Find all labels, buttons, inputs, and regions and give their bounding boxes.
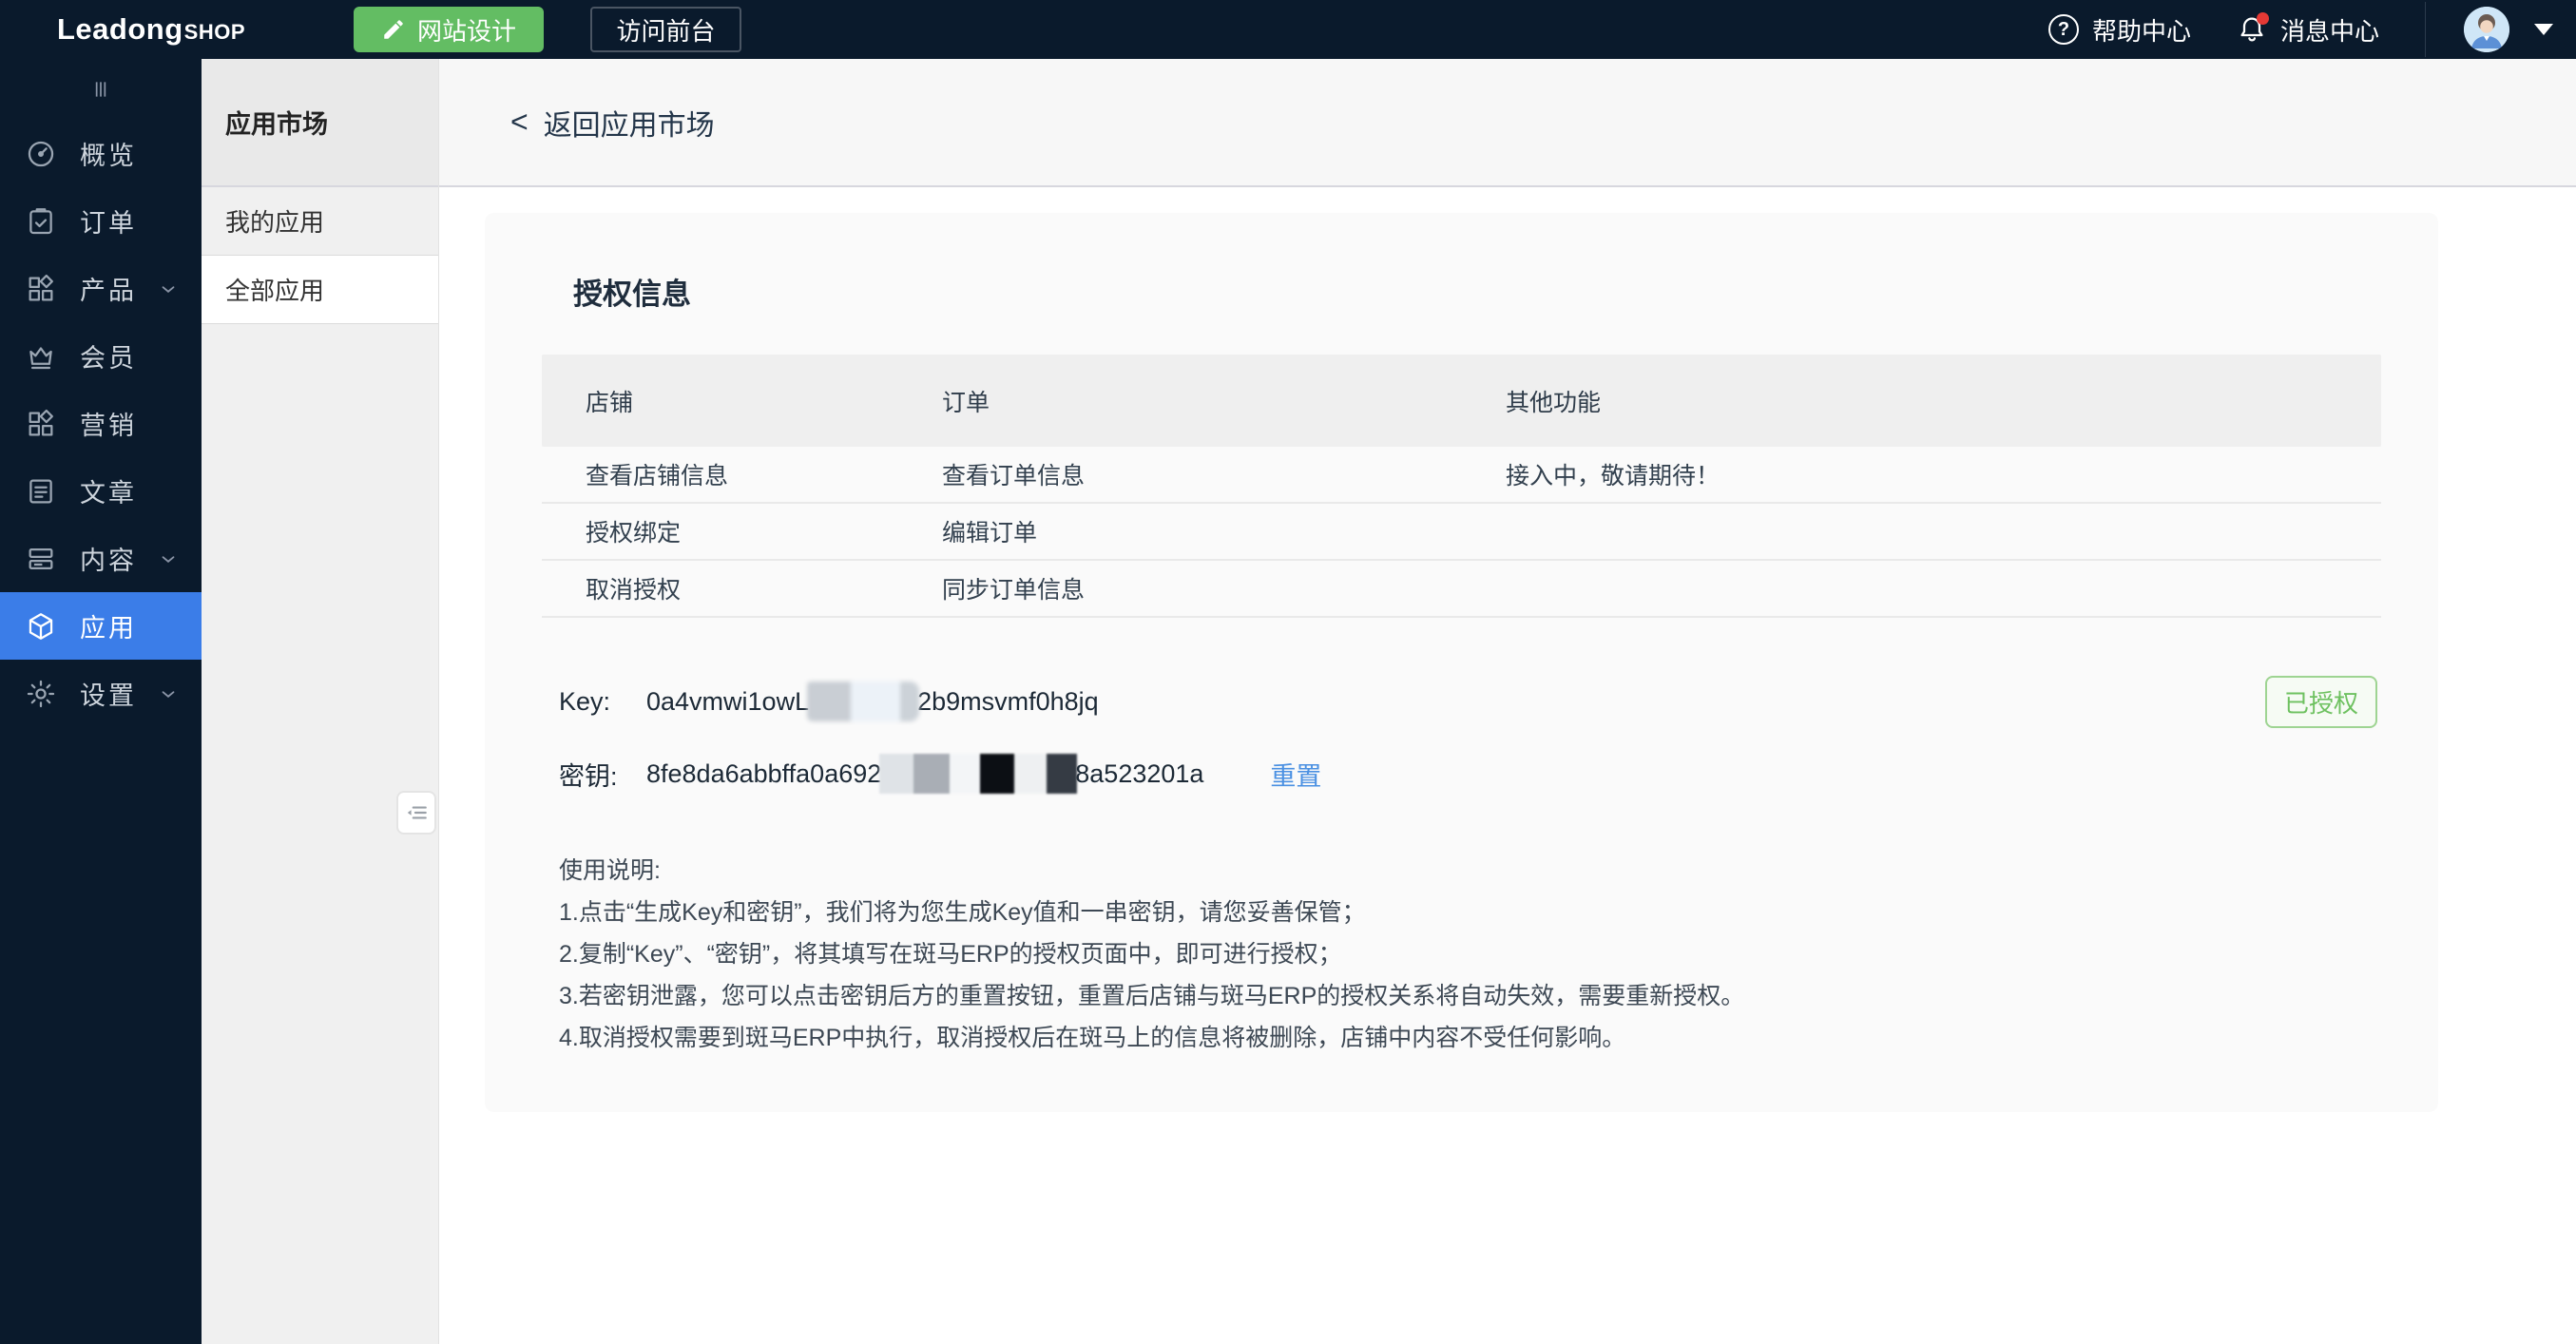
sidebar-item-orders[interactable]: 订单: [0, 187, 202, 255]
table-cell: 授权绑定: [542, 514, 898, 548]
back-label: 返回应用市场: [544, 102, 715, 144]
instructions-title: 使用说明:: [559, 850, 2381, 892]
submenu-item-all-apps[interactable]: 全部应用: [202, 256, 438, 324]
sidebar-item-settings[interactable]: 设置: [0, 660, 202, 727]
permissions-table: 店铺 订单 其他功能 查看店铺信息 查看订单信息 接入中，敬请期待！ 授权绑定 …: [542, 355, 2381, 618]
usage-instructions: 使用说明: 1.点击“生成Key和密钥”，我们将为您生成Key值和一串密钥，请您…: [559, 850, 2381, 1059]
visit-storefront-label: 访问前台: [617, 12, 716, 48]
help-icon: ?: [2048, 14, 2079, 45]
logo[interactable]: Leadong SHOP: [57, 12, 245, 47]
secret-value-suffix: 8a523201a: [1075, 759, 1203, 789]
grid-icon: [25, 272, 59, 306]
sidebar-item-label: 营销: [80, 405, 137, 442]
sidebar-item-label: 文章: [80, 472, 137, 509]
key-redaction: [807, 682, 919, 721]
submenu-item-my-apps[interactable]: 我的应用: [202, 187, 438, 256]
rows-icon: [25, 542, 59, 576]
table-cell: 编辑订单: [898, 514, 1462, 548]
key-label: Key:: [559, 687, 646, 717]
table-cell: 查看店铺信息: [542, 457, 898, 491]
table-cell: 查看订单信息: [898, 457, 1462, 491]
sidebar-item-marketing[interactable]: 营销: [0, 390, 202, 457]
fold-sidebar-button[interactable]: [396, 791, 436, 835]
collapse-handle-icon[interactable]: [0, 59, 202, 120]
table-cell: 接入中，敬请期待！: [1462, 457, 2381, 491]
website-design-label: 网站设计: [417, 12, 516, 48]
clipboard-icon: [25, 204, 59, 239]
notification-dot: [2257, 12, 2269, 25]
back-to-app-market-link[interactable]: < 返回应用市场: [510, 102, 715, 144]
table-cell: 同步订单信息: [898, 571, 1462, 605]
gauge-icon: [25, 137, 59, 171]
column-header: 店铺: [542, 384, 898, 418]
bell-icon: [2237, 14, 2267, 45]
sidebar-item-label: 应用: [80, 607, 137, 644]
document-icon: [25, 474, 59, 509]
message-center-label: 消息中心: [2280, 12, 2379, 48]
main-content: < 返回应用市场 授权信息 店铺 订单 其他功能 查看店铺信息 查看订单信息 接…: [439, 59, 2576, 1344]
visit-storefront-button[interactable]: 访问前台: [590, 7, 741, 52]
table-row: 查看店铺信息 查看订单信息 接入中，敬请期待！: [542, 447, 2381, 504]
topbar-right: ? 帮助中心 消息中心: [2048, 2, 2576, 57]
table-row: 授权绑定 编辑订单: [542, 504, 2381, 561]
sidebar-item-products[interactable]: 产品: [0, 255, 202, 322]
submenu-title: 应用市场: [202, 59, 438, 187]
column-header: 订单: [898, 384, 1462, 418]
gear-icon: [25, 677, 59, 711]
pencil-icon: [381, 17, 406, 42]
instruction-line: 4.取消授权需要到斑马ERP中执行，取消授权后在斑马上的信息将被删除，店铺中内容…: [559, 1017, 2381, 1059]
topbar-divider: [2425, 2, 2426, 57]
cube-icon: [25, 609, 59, 643]
website-design-button[interactable]: 网站设计: [354, 7, 544, 52]
logo-text-sub: SHOP: [184, 20, 245, 45]
key-value-suffix: 2b9msvmf0h8jq: [917, 687, 1099, 717]
crown-icon: [25, 339, 59, 374]
chevron-down-icon[interactable]: [2534, 24, 2553, 35]
secret-label: 密钥:: [559, 756, 646, 793]
table-header-row: 店铺 订单 其他功能: [542, 355, 2381, 447]
chevron-down-icon: [158, 548, 179, 569]
table-cell: 取消授权: [542, 571, 898, 605]
status-badge: 已授权: [2265, 676, 2377, 728]
sidebar-item-overview[interactable]: 概览: [0, 120, 202, 187]
secret-value-prefix: 8fe8da6abbffa0a692: [646, 759, 881, 789]
key-row: Key: 0a4vmwi1owL 2b9msvmf0h8jq 已授权: [559, 679, 2381, 724]
reset-link[interactable]: 重置: [1270, 756, 1321, 793]
topbar: Leadong SHOP 网站设计 访问前台 ? 帮助中心 消息中心: [0, 0, 2576, 59]
chevron-down-icon: [158, 683, 179, 704]
secret-redaction: [879, 754, 1077, 794]
table-row: 取消授权 同步订单信息: [542, 561, 2381, 618]
sidebar-item-apps[interactable]: 应用: [0, 592, 202, 660]
main-header: < 返回应用市场: [439, 59, 2576, 187]
sidebar-item-content[interactable]: 内容: [0, 525, 202, 592]
sidebar-item-label: 设置: [80, 675, 137, 712]
key-value: 0a4vmwi1owL 2b9msvmf0h8jq: [646, 682, 1099, 721]
grid-icon: [25, 407, 59, 441]
instruction-line: 1.点击“生成Key和密钥”，我们将为您生成Key值和一串密钥，请您妥善保管；: [559, 892, 2381, 933]
sidebar-item-articles[interactable]: 文章: [0, 457, 202, 525]
instruction-line: 3.若密钥泄露，您可以点击密钥后方的重置按钮，重置后店铺与斑马ERP的授权关系将…: [559, 975, 2381, 1017]
back-arrow-icon: <: [510, 105, 529, 140]
secret-value: 8fe8da6abbffa0a692 8a523201a: [646, 754, 1203, 794]
message-center[interactable]: 消息中心: [2237, 12, 2379, 48]
column-header: 其他功能: [1462, 384, 2381, 418]
sidebar-item-label: 内容: [80, 540, 137, 577]
help-center[interactable]: ? 帮助中心: [2048, 12, 2191, 48]
key-value-prefix: 0a4vmwi1owL: [646, 687, 809, 717]
sidebar-item-members[interactable]: 会员: [0, 322, 202, 390]
instruction-line: 2.复制“Key”、“密钥”，将其填写在斑马ERP的授权页面中，即可进行授权；: [559, 933, 2381, 975]
logo-text-main: Leadong: [57, 12, 183, 47]
sidebar-item-label: 订单: [80, 202, 137, 240]
card-title: 授权信息: [573, 270, 2381, 313]
submenu: 应用市场 我的应用 全部应用: [202, 59, 439, 1344]
sidebar: 概览 订单 产品 会员: [0, 59, 202, 1344]
help-center-label: 帮助中心: [2092, 12, 2191, 48]
authorization-card: 授权信息 店铺 订单 其他功能 查看店铺信息 查看订单信息 接入中，敬请期待！ …: [485, 213, 2438, 1112]
sidebar-item-label: 概览: [80, 135, 137, 172]
chevron-down-icon: [158, 278, 179, 299]
sidebar-item-label: 会员: [80, 337, 137, 374]
sidebar-item-label: 产品: [80, 270, 137, 307]
avatar[interactable]: [2464, 7, 2509, 52]
secret-row: 密钥: 8fe8da6abbffa0a692 8a523201a 重置: [559, 751, 2381, 797]
